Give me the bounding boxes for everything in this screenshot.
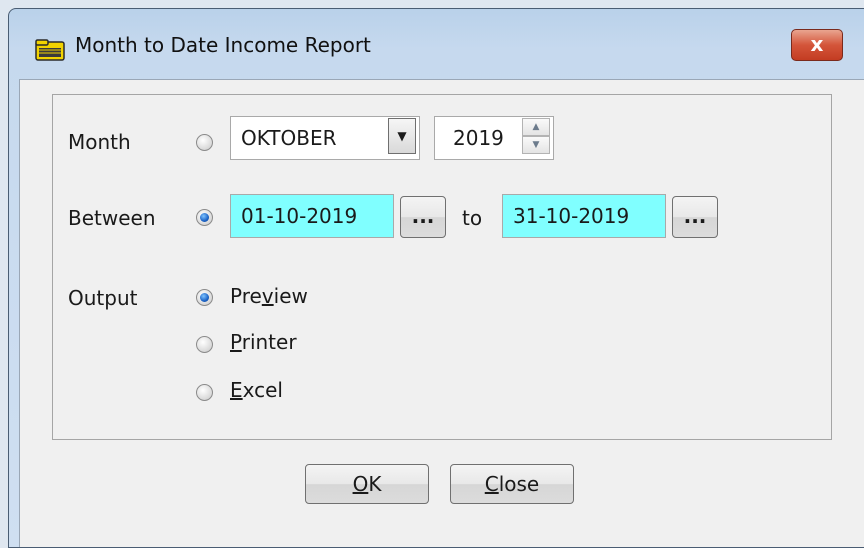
- output-printer-radio[interactable]: [196, 336, 213, 353]
- window-title: Month to Date Income Report: [75, 33, 371, 57]
- close-label-part: lose: [498, 472, 540, 496]
- printer-label-part: rinter: [241, 330, 297, 354]
- close-button[interactable]: Close: [450, 464, 574, 504]
- excel-label-part: xcel: [242, 378, 283, 402]
- year-value: 2019: [453, 126, 504, 150]
- output-excel-label[interactable]: Excel: [230, 378, 283, 402]
- chevron-down-icon[interactable]: ▼: [388, 118, 416, 154]
- excel-label-mnemonic: E: [230, 378, 243, 402]
- title-bar[interactable]: Month to Date Income Report x: [9, 9, 864, 79]
- report-dialog: Month to Date Income Report x: [8, 8, 864, 548]
- from-date-value: 01-10-2019: [241, 204, 358, 228]
- to-date-value: 31-10-2019: [513, 204, 630, 228]
- output-preview-radio[interactable]: [196, 289, 213, 306]
- preview-label-mnemonic: v: [261, 284, 274, 308]
- close-mnemonic: C: [484, 472, 499, 496]
- close-icon: x: [810, 32, 824, 56]
- spin-up-icon[interactable]: ▲: [522, 118, 550, 136]
- ok-button[interactable]: OK: [305, 464, 429, 504]
- printer-label-mnemonic: P: [230, 330, 242, 354]
- between-label: Between: [68, 206, 156, 230]
- output-printer-label[interactable]: Printer: [230, 330, 297, 354]
- ellipsis-icon: ...: [411, 204, 435, 228]
- to-date-field[interactable]: 31-10-2019: [502, 194, 666, 238]
- output-excel-radio[interactable]: [196, 384, 213, 401]
- to-date-picker-button[interactable]: ...: [672, 196, 718, 238]
- report-folder-icon: [35, 39, 65, 61]
- year-spinner[interactable]: ▲ ▼: [522, 118, 550, 156]
- month-mode-radio[interactable]: [196, 134, 213, 151]
- month-select-value: OKTOBER: [241, 126, 337, 150]
- from-date-field[interactable]: 01-10-2019: [230, 194, 394, 238]
- preview-label-part: iew: [273, 284, 308, 308]
- output-label: Output: [68, 286, 138, 310]
- from-date-picker-button[interactable]: ...: [400, 196, 446, 238]
- window-close-button[interactable]: x: [791, 29, 843, 61]
- to-label: to: [462, 206, 483, 230]
- ok-mnemonic: O: [352, 472, 369, 496]
- preview-label-part: Pre: [230, 284, 262, 308]
- between-mode-radio[interactable]: [196, 209, 213, 226]
- ellipsis-icon: ...: [683, 204, 707, 228]
- ok-label-part: K: [368, 472, 382, 496]
- spin-down-icon[interactable]: ▼: [522, 136, 550, 154]
- month-label: Month: [68, 130, 131, 154]
- output-preview-label[interactable]: Preview: [230, 284, 308, 308]
